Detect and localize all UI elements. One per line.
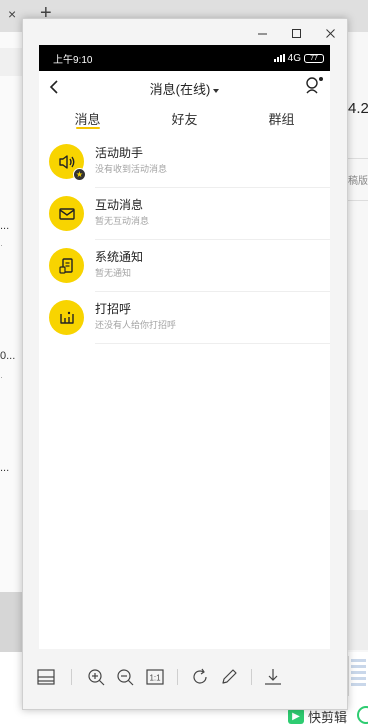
background-version-text: 4.2 (348, 100, 368, 117)
toolbar-divider (251, 669, 252, 685)
background-small-text: 稿版 (348, 176, 368, 187)
toolbar-divider (71, 669, 72, 685)
toolbar-divider (177, 669, 178, 685)
tab-friends[interactable]: 好友 (136, 103, 233, 131)
star-badge-icon: ★ (73, 168, 86, 181)
envelope-icon (49, 196, 84, 231)
list-item-title: 打招呼 (95, 302, 132, 316)
signal-icon (273, 54, 285, 62)
network-type: 4G (287, 52, 301, 64)
actual-size-label: 1:1 (149, 674, 161, 683)
background-divider (346, 200, 368, 201)
list-item-title: 互动消息 (95, 198, 144, 212)
status-bar: 上午9:10 4G 77 (39, 45, 330, 71)
background-tab-close-icon[interactable]: × (8, 6, 16, 22)
minimize-icon[interactable] (245, 19, 279, 47)
layout-icon[interactable] (36, 667, 56, 687)
list-item-say-hello[interactable]: 打招呼 还没有人给你打招呼 (39, 293, 330, 345)
close-icon[interactable] (313, 19, 347, 47)
background-text: ... (0, 462, 10, 474)
zoom-out-icon[interactable] (115, 667, 135, 687)
background-divider (346, 158, 368, 159)
notice-icon (49, 248, 84, 283)
taskbar-ring-icon[interactable] (357, 706, 368, 724)
list-item-activity-assistant[interactable]: ★ 活动助手 没有收到活动消息 (39, 137, 330, 189)
page-title-text: 消息(在线) (149, 82, 211, 97)
chevron-down-icon (213, 88, 220, 93)
phone-screenshot: 上午9:10 4G 77 消息(在线) 消息 好友 群组 ★ 活动助手 没有收到… (39, 45, 330, 649)
window-controls (245, 19, 347, 47)
list-item-text: 系统通知 暂无通知 (95, 250, 330, 292)
wave-icon (49, 300, 84, 335)
background-content-box (346, 510, 368, 650)
list-item-title: 系统通知 (95, 250, 144, 264)
zoom-in-icon[interactable] (86, 667, 106, 687)
actual-size-icon[interactable]: 1:1 (145, 667, 165, 687)
list-item-interactive-messages[interactable]: 互动消息 暂无互动消息 (39, 189, 330, 241)
background-text: 0... (0, 350, 16, 362)
status-time: 上午9:10 (53, 54, 93, 66)
tab-messages[interactable]: 消息 (39, 103, 136, 131)
tab-bar: 消息 好友 群组 (39, 103, 330, 131)
list-item-text: 互动消息 暂无互动消息 (95, 198, 330, 240)
background-text-dots: · (0, 372, 3, 382)
add-contact-icon[interactable] (304, 75, 324, 97)
download-icon[interactable] (263, 667, 283, 687)
status-indicators: 4G 77 (273, 52, 324, 64)
list-item-system-notice[interactable]: 系统通知 暂无通知 (39, 241, 330, 293)
background-block (0, 48, 22, 76)
speaker-icon: ★ (49, 144, 86, 181)
list-item-title: 活动助手 (95, 146, 144, 160)
tab-groups[interactable]: 群组 (233, 103, 330, 131)
background-thumbnail[interactable] (348, 656, 368, 696)
list-item-text: 活动助手 没有收到活动消息 (95, 146, 330, 188)
rotate-icon[interactable] (190, 667, 210, 687)
background-right-panel: 4.2 稿版 (346, 32, 368, 652)
nav-bar: 消息(在线) (39, 71, 330, 103)
background-text: ... (0, 220, 10, 232)
edit-icon[interactable] (219, 667, 239, 687)
background-text-dots: · (0, 240, 3, 250)
maximize-icon[interactable] (279, 19, 313, 47)
list-item-subtitle: 还没有人给你打招呼 (95, 320, 177, 330)
background-left-panel: ... · 0... · ... (0, 32, 22, 652)
list-item-subtitle: 暂无互动消息 (95, 216, 150, 226)
list-item-subtitle: 暂无通知 (95, 268, 132, 278)
list-item-text: 打招呼 还没有人给你打招呼 (95, 302, 330, 344)
kuaijian-logo-icon: ▶ (288, 708, 304, 724)
page-title[interactable]: 消息(在线) (39, 79, 330, 98)
image-viewer-window: 上午9:10 4G 77 消息(在线) 消息 好友 群组 ★ 活动助手 没有收到… (22, 18, 348, 710)
battery-icon: 77 (304, 53, 324, 63)
background-gray-block (0, 592, 22, 652)
viewer-toolbar: 1:1 (23, 659, 349, 695)
message-list: ★ 活动助手 没有收到活动消息 互动消息 暂无互动消息 系统通知 暂无通知 打招… (39, 137, 330, 345)
list-item-subtitle: 没有收到活动消息 (95, 164, 168, 174)
